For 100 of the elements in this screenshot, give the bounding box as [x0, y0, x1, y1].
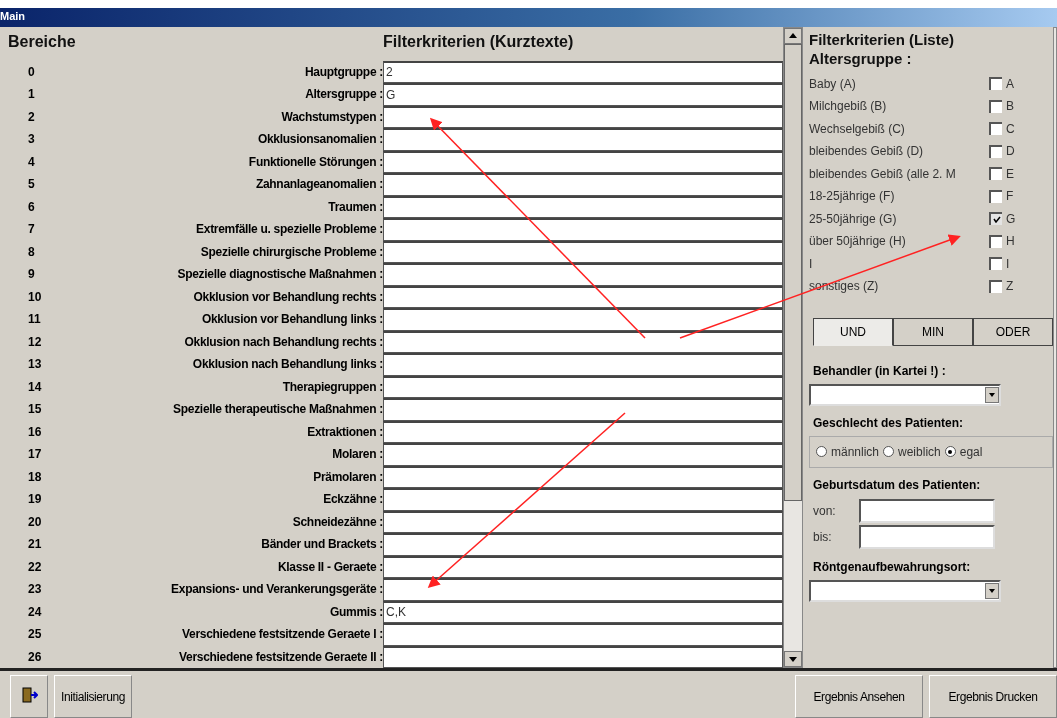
input-field[interactable] [383, 263, 783, 286]
input-field[interactable]: C,K [383, 600, 783, 624]
input-field[interactable] [383, 533, 783, 556]
field-label: Okklusion nach Behandlung rechts : [183, 333, 383, 351]
dropdown-field[interactable] [809, 579, 1001, 602]
logic-tab[interactable]: MIN [893, 317, 973, 346]
field-label: Spezielle diagnostische Maßnahmen : [176, 266, 383, 284]
checkbox[interactable] [989, 99, 1002, 113]
logic-tab[interactable]: UND [813, 317, 893, 346]
input-field[interactable] [383, 645, 783, 669]
field-label: Okklusionsanomalien : [256, 131, 383, 149]
input-field[interactable]: G [383, 83, 783, 106]
option-label: I [809, 256, 814, 271]
row-number: 13 [27, 356, 43, 374]
column-heading: Bereiche [8, 32, 77, 51]
input-field[interactable] [383, 105, 783, 129]
input-field[interactable] [383, 195, 783, 219]
input-field[interactable] [383, 285, 783, 309]
checkbox[interactable] [989, 77, 1002, 91]
row-number: 1 [27, 86, 36, 104]
input-field[interactable] [383, 218, 783, 241]
checkbox[interactable] [989, 279, 1002, 293]
input-field[interactable] [383, 128, 783, 151]
input-field[interactable] [383, 420, 783, 444]
checkbox[interactable] [989, 257, 1002, 271]
input-field[interactable] [383, 240, 783, 264]
option-letter: I [1006, 256, 1010, 271]
checkbox[interactable] [989, 167, 1002, 181]
field-label: Verschiedene festsitzende Geraete I : [181, 626, 383, 644]
input-field[interactable] [383, 308, 783, 331]
input-field[interactable] [383, 375, 783, 399]
logic-tab[interactable]: ODER [973, 317, 1053, 346]
panel-title: Filterkriterien (Liste) [809, 30, 956, 48]
scroll-thumb[interactable] [784, 43, 802, 502]
field-label: Spezielle therapeutische Maßnahmen : [172, 401, 383, 419]
section-label: Behandler (in Kartei !) : [813, 363, 947, 378]
date-field[interactable] [859, 498, 995, 523]
exit-button[interactable] [10, 675, 48, 718]
radio-button[interactable] [883, 446, 895, 458]
input-field[interactable] [383, 443, 783, 466]
checkbox[interactable] [989, 144, 1002, 158]
print-button[interactable]: Ergebnis Drucken [929, 675, 1057, 718]
input-field[interactable] [383, 465, 783, 489]
input-field[interactable] [383, 623, 783, 646]
view-button[interactable]: Ergebnis Ansehen [795, 675, 923, 718]
checkbox[interactable] [989, 212, 1002, 226]
dropdown-caret-icon[interactable] [985, 386, 999, 403]
checkbox[interactable] [989, 234, 1002, 248]
init-button[interactable]: Initialisierung [54, 675, 133, 718]
radio-label: egal [959, 444, 983, 459]
section-label: Geburtsdatum des Patienten: [813, 477, 982, 492]
date-field[interactable] [859, 524, 995, 549]
input-field[interactable] [383, 398, 783, 421]
option-letter: F [1006, 189, 1014, 204]
input-field[interactable] [383, 578, 783, 601]
option-letter: D [1006, 144, 1015, 159]
input-field[interactable] [383, 330, 783, 354]
scrollbar[interactable] [1053, 26, 1057, 669]
checkbox[interactable] [989, 122, 1002, 136]
input-field[interactable] [383, 173, 783, 196]
field-label: Verschiedene festsitzende Geraete II : [177, 648, 383, 666]
row-number: 26 [27, 648, 43, 666]
field-label: Eckzähne : [322, 491, 383, 509]
input-field[interactable] [383, 353, 783, 376]
row-number: 6 [27, 198, 36, 216]
checkbox[interactable] [989, 189, 1002, 203]
row-number: 25 [27, 626, 43, 644]
radio-label: männlich [831, 444, 880, 459]
input-field[interactable]: 2 [383, 60, 783, 84]
input-field[interactable] [383, 150, 783, 174]
radio-label: weiblich [898, 444, 941, 459]
row-number: 0 [27, 63, 36, 81]
radio-button[interactable] [816, 446, 827, 458]
row-number: 18 [27, 468, 43, 486]
door-icon [20, 686, 38, 705]
field-label: Extremfälle u. spezielle Probleme : [195, 221, 383, 239]
option-label: Baby (A) [809, 76, 857, 91]
row-number: 24 [27, 603, 43, 621]
scroll-up-icon[interactable] [784, 27, 802, 44]
column-heading: Filterkriterien (Kurztexte) [383, 32, 574, 51]
input-field[interactable] [383, 510, 783, 534]
option-label: Wechselgebiß (C) [809, 121, 906, 136]
row-number: 4 [27, 153, 36, 171]
option-letter: E [1006, 166, 1014, 181]
field-label: Okklusion vor Behandlung rechts : [192, 288, 383, 306]
option-letter: H [1006, 234, 1015, 249]
dropdown-caret-icon[interactable] [985, 582, 999, 599]
row-number: 16 [27, 423, 43, 441]
scroll-down-icon[interactable] [784, 651, 802, 668]
field-label: Wachstumstypen : [280, 108, 383, 126]
option-label: Milchgebiß (B) [809, 99, 888, 114]
scrollbar[interactable] [783, 26, 803, 669]
input-field[interactable] [383, 555, 783, 579]
dropdown-field[interactable] [809, 383, 1001, 406]
option-label: 18-25jährige (F) [809, 189, 896, 204]
radio-button[interactable] [944, 446, 956, 458]
field-label: Hauptgruppe : [303, 63, 383, 81]
field-label: Extraktionen : [306, 423, 383, 441]
input-field[interactable] [383, 488, 783, 511]
option-label: bleibendes Gebiß (alle 2. M [809, 166, 957, 181]
